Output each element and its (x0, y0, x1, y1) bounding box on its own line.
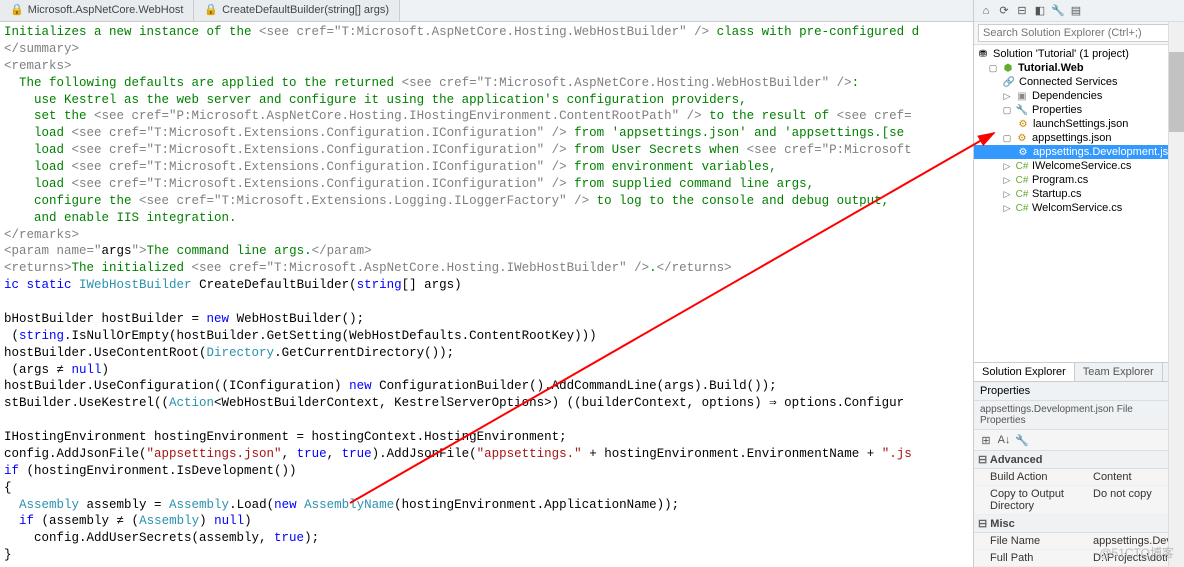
categorize-icon[interactable]: ⊞ (978, 432, 994, 448)
tab-label: CreateDefaultBuilder(string[] args) (222, 4, 389, 16)
prop-row-buildaction[interactable]: Build ActionContent (974, 469, 1184, 486)
tree-appsettings-dev[interactable]: ⚙appsettings.Development.json (974, 145, 1184, 159)
tree-program[interactable]: ▷C#Program.cs (974, 173, 1184, 187)
editor-tab-createdefault[interactable]: 🔒 CreateDefaultBuilder(string[] args) (194, 0, 400, 21)
scrollbar-thumb[interactable] (1169, 52, 1184, 132)
prop-icon[interactable]: 🔧 (1014, 432, 1030, 448)
properties-panel: Properties appsettings.Development.json … (974, 381, 1184, 567)
properties-toolbar: ⊞ A↓ 🔧 (974, 430, 1184, 451)
collapse-icon[interactable]: ⊟ (1014, 3, 1030, 19)
preview-icon[interactable]: ▤ (1068, 3, 1084, 19)
solution-search (974, 22, 1184, 45)
tree-iwelcome[interactable]: ▷C#IWelcomeService.cs (974, 159, 1184, 173)
expand-icon[interactable]: ▷ (1002, 189, 1012, 200)
prop-category-advanced[interactable]: Advanced (974, 451, 1184, 469)
json-icon: ⚙ (1016, 119, 1030, 130)
solution-icon: ⛃ (976, 49, 990, 60)
prop-row-copy[interactable]: Copy to Output DirectoryDo not copy (974, 486, 1184, 515)
cs-icon: C# (1015, 161, 1029, 172)
connected-icon: 🔗 (1002, 77, 1016, 88)
expand-icon[interactable]: ▢ (988, 63, 998, 74)
prop-category-misc[interactable]: Misc (974, 515, 1184, 533)
search-input[interactable] (978, 24, 1180, 42)
properties-icon[interactable]: 🔧 (1050, 3, 1066, 19)
lock-icon: 🔒 (204, 4, 218, 16)
expand-icon[interactable]: ▢ (1002, 133, 1012, 144)
properties-subtitle: appsettings.Development.json File Proper… (974, 401, 1184, 430)
panel-tabs: Solution Explorer Team Explorer (974, 362, 1184, 381)
tab-label: Microsoft.AspNetCore.WebHost (28, 4, 184, 16)
expand-icon[interactable]: ▷ (1002, 203, 1012, 214)
wrench-icon: 🔧 (1015, 105, 1029, 116)
sort-icon[interactable]: A↓ (996, 432, 1012, 448)
json-icon: ⚙ (1015, 133, 1029, 144)
tree-solution-root[interactable]: ⛃Solution 'Tutorial' (1 project) (974, 47, 1184, 61)
tree-launchsettings[interactable]: ⚙launchSettings.json (974, 117, 1184, 131)
deps-icon: ▣ (1015, 91, 1029, 102)
cs-icon: C# (1015, 203, 1029, 214)
right-panel: ⌂ ⟳ ⊟ ◧ 🔧 ▤ ⛃Solution 'Tutorial' (1 proj… (974, 0, 1184, 567)
editor-area: 🔒 Microsoft.AspNetCore.WebHost 🔒 CreateDef… (0, 0, 974, 567)
showall-icon[interactable]: ◧ (1032, 3, 1048, 19)
tree-appsettings[interactable]: ▢⚙appsettings.json (974, 131, 1184, 145)
tree-properties[interactable]: ▢🔧Properties (974, 103, 1184, 117)
code-editor[interactable]: Initializes a new instance of the <see c… (0, 22, 973, 567)
project-icon: ⬢ (1001, 63, 1015, 74)
expand-icon[interactable]: ▢ (1002, 105, 1012, 116)
lock-icon: 🔒 (10, 4, 24, 16)
json-icon: ⚙ (1016, 147, 1030, 158)
tree-connected-services[interactable]: 🔗Connected Services (974, 75, 1184, 89)
solution-toolbar: ⌂ ⟳ ⊟ ◧ 🔧 ▤ (974, 0, 1184, 22)
solution-tree: ⛃Solution 'Tutorial' (1 project) ▢⬢Tutor… (974, 45, 1184, 362)
tree-welcomservice[interactable]: ▷C#WelcomService.cs (974, 201, 1184, 215)
cs-icon: C# (1015, 189, 1029, 200)
editor-tabs: 🔒 Microsoft.AspNetCore.WebHost 🔒 CreateDef… (0, 0, 973, 22)
home-icon[interactable]: ⌂ (978, 3, 994, 19)
watermark: @51CTO博客 (1099, 544, 1174, 561)
tree-startup[interactable]: ▷C#Startup.cs (974, 187, 1184, 201)
refresh-icon[interactable]: ⟳ (996, 3, 1012, 19)
tab-solution-explorer[interactable]: Solution Explorer (974, 363, 1075, 381)
properties-title: Properties (974, 382, 1184, 401)
vertical-scrollbar[interactable] (1168, 22, 1184, 567)
expand-icon[interactable]: ▷ (1002, 161, 1012, 172)
expand-icon[interactable]: ▷ (1002, 91, 1012, 102)
tree-project[interactable]: ▢⬢Tutorial.Web (974, 61, 1184, 75)
tab-team-explorer[interactable]: Team Explorer (1075, 363, 1163, 381)
expand-icon[interactable]: ▷ (1002, 175, 1012, 186)
editor-tab-webhost[interactable]: 🔒 Microsoft.AspNetCore.WebHost (0, 0, 194, 21)
tree-dependencies[interactable]: ▷▣Dependencies (974, 89, 1184, 103)
cs-icon: C# (1015, 175, 1029, 186)
